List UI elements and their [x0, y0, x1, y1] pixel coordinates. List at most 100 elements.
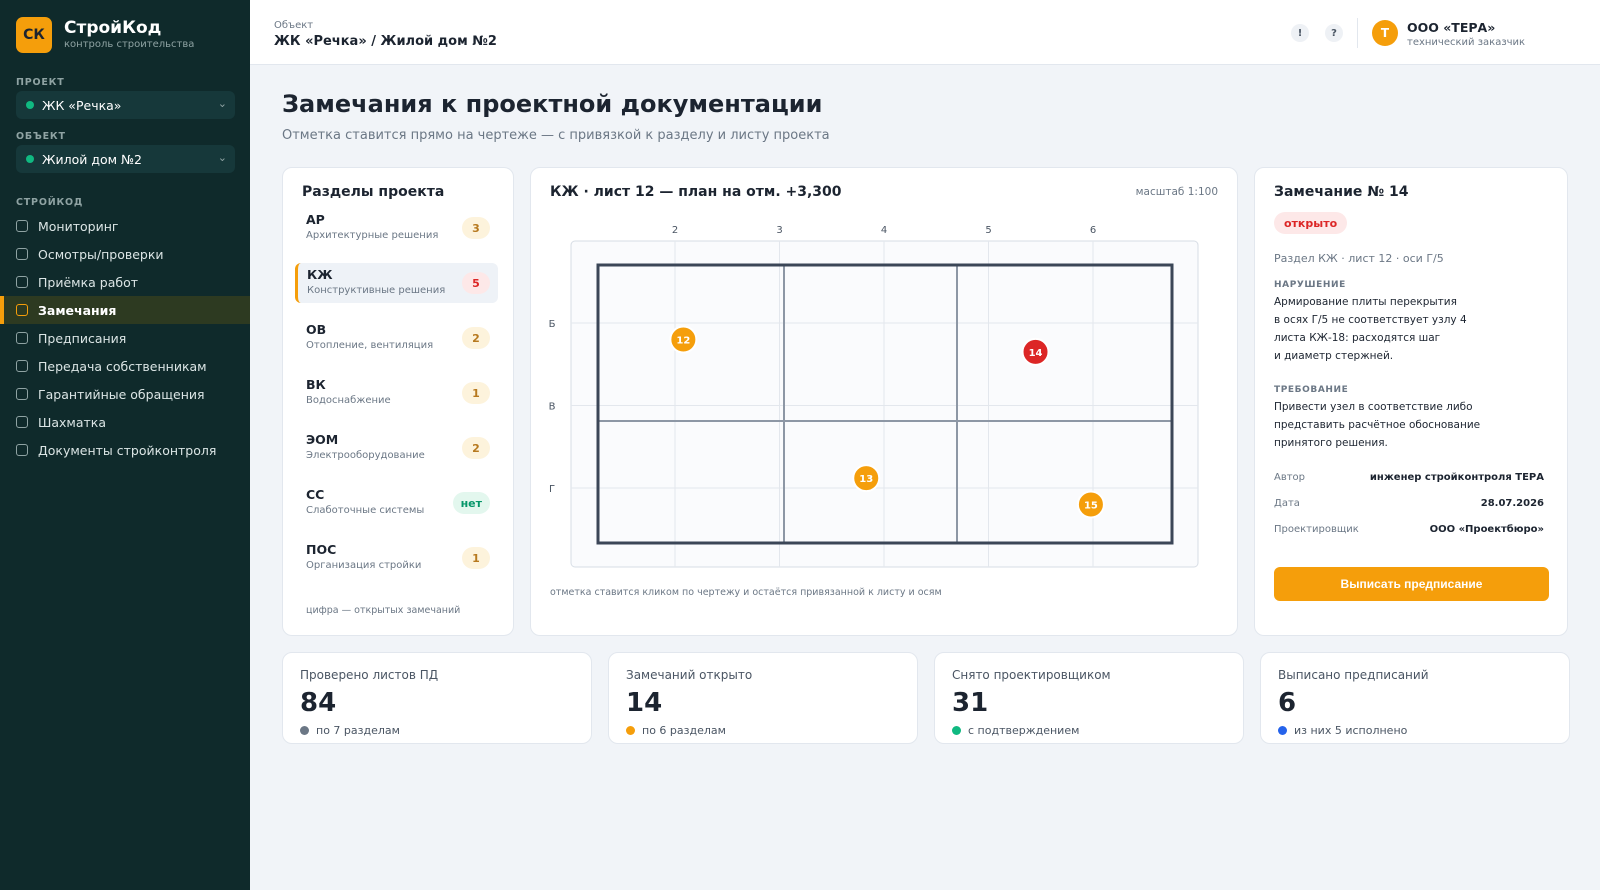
- topbar: Объект ЖК «Речка» / Жилой дом №2 ! ? Т О…: [250, 0, 1600, 65]
- sidebar-item[interactable]: Шахматка: [0, 408, 250, 436]
- sections-footnote: цифра — открытых замечаний: [306, 605, 461, 616]
- section-item[interactable]: ЭОМ Электрооборудование 2: [295, 428, 498, 468]
- status-badge: открыто: [1274, 212, 1348, 234]
- stat-note-text: с подтверждением: [968, 724, 1080, 737]
- object-label: ОБЪЕКТ: [16, 131, 66, 142]
- requirement-text: Привести узел в соответствие либо предста…: [1274, 398, 1504, 452]
- remark-detail-card: Замечание № 14 открыто Раздел КЖ · лист …: [1254, 167, 1568, 636]
- section-name: Отопление, вентиляция: [306, 340, 434, 351]
- checkbox-icon: [16, 248, 28, 260]
- meta-key: Автор: [1274, 472, 1306, 483]
- remark-marker-label: 15: [1084, 501, 1098, 512]
- drawing-canvas[interactable]: 2 3 4 5 6 Б В Г 12 14 13 15: [531, 168, 1239, 637]
- section-item[interactable]: КЖ Конструктивные решения 5: [295, 263, 498, 303]
- stat-label: Выписано предписаний: [1278, 668, 1429, 682]
- sidebar-item-label: Замечания: [38, 302, 117, 318]
- sections-title: Разделы проекта: [302, 184, 445, 200]
- user-name[interactable]: ООО «ТЕРА»: [1407, 20, 1495, 35]
- section-name: Электрооборудование: [306, 450, 425, 461]
- remark-count-badge: 2: [462, 437, 490, 459]
- section-name: Водоснабжение: [306, 395, 391, 406]
- remark-count-badge: 2: [462, 327, 490, 349]
- stat-value: 14: [626, 688, 663, 718]
- brand-name: СтройКод: [64, 18, 162, 38]
- help-icon[interactable]: ?: [1325, 24, 1343, 42]
- section-item[interactable]: АР Архитектурные решения 3: [295, 208, 498, 248]
- text-line: представить расчётное обоснование: [1274, 419, 1481, 431]
- checkbox-icon: [16, 332, 28, 344]
- section-code: ЭОМ: [306, 432, 339, 447]
- page-subtitle: Отметка ставится прямо на чертеже — с пр…: [282, 128, 830, 143]
- stat-note-text: из них 5 исполнено: [1294, 724, 1408, 737]
- sidebar-item[interactable]: Мониторинг: [0, 212, 250, 240]
- sidebar-item-label: Документы стройконтроля: [38, 442, 217, 458]
- sidebar-item[interactable]: Осмотры/проверки: [0, 240, 250, 268]
- axis-label: 3: [776, 225, 782, 236]
- meta-row: Проектировщик ООО «Проектбюро»: [1274, 524, 1544, 535]
- remark-count-badge: 1: [462, 382, 490, 404]
- section-item[interactable]: ОВ Отопление, вентиляция 2: [295, 318, 498, 358]
- breadcrumb[interactable]: ЖК «Речка» / Жилой дом №2: [274, 34, 497, 49]
- text-line: Привести узел в соответствие либо: [1274, 401, 1473, 413]
- stat-note: из них 5 исполнено: [1278, 724, 1407, 737]
- stat-value: 84: [300, 688, 337, 718]
- drawing-card: КЖ · лист 12 — план на отм. +3,300 масшт…: [530, 167, 1238, 636]
- sidebar-nav: Мониторинг Осмотры/проверки Приёмка работ З…: [0, 212, 250, 464]
- sidebar-item[interactable]: Предписания: [0, 324, 250, 352]
- remark-reference: Раздел КЖ · лист 12 · оси Г/5: [1274, 252, 1444, 265]
- sidebar-item-label: Мониторинг: [38, 218, 119, 234]
- sidebar-item[interactable]: Замечания: [0, 296, 250, 324]
- checkbox-icon: [16, 388, 28, 400]
- violation-label: НАРУШЕНИЕ: [1274, 280, 1346, 290]
- section-code: АР: [306, 212, 325, 227]
- remark-count-badge: нет: [452, 492, 490, 514]
- meta-value: инженер стройконтроля ТЕРА: [1369, 472, 1544, 483]
- requirement-label: ТРЕБОВАНИЕ: [1274, 385, 1349, 395]
- issue-order-button[interactable]: Выписать предписание: [1274, 567, 1549, 601]
- sidebar-item-label: Гарантийные обращения: [38, 386, 205, 402]
- stat-card: Проверено листов ПД 84 по 7 разделам: [282, 652, 592, 744]
- text-line: в осях Г/5 не соответствует узлу 4: [1274, 314, 1467, 326]
- axis-label: 2: [672, 225, 678, 236]
- avatar[interactable]: Т: [1372, 20, 1398, 46]
- section-code: КЖ: [307, 267, 333, 282]
- stat-card: Снято проектировщиком 31 с подтверждением: [934, 652, 1244, 744]
- section-name: Организация стройки: [306, 560, 422, 571]
- stat-card: Замечаний открыто 14 по 6 разделам: [608, 652, 918, 744]
- sidebar-item-label: Приёмка работ: [38, 274, 138, 290]
- stat-note: по 7 разделам: [300, 724, 400, 737]
- sidebar-item[interactable]: Передача собственникам: [0, 352, 250, 380]
- remark-count-badge: 3: [462, 217, 490, 239]
- section-code: СС: [306, 487, 325, 502]
- object-select[interactable]: Жилой дом №2 ⌄: [16, 145, 235, 173]
- checkbox-icon: [16, 304, 28, 316]
- sidebar-item[interactable]: Документы стройконтроля: [0, 436, 250, 464]
- section-item[interactable]: ВК Водоснабжение 1: [295, 373, 498, 413]
- page-title: Замечания к проектной документации: [282, 90, 823, 118]
- stat-note: по 6 разделам: [626, 724, 726, 737]
- brand[interactable]: СК СтройКод контроль строительства: [16, 17, 194, 53]
- axis-label: 6: [1090, 225, 1096, 236]
- object-select-value: Жилой дом №2: [42, 151, 142, 167]
- axis-label: 4: [881, 225, 887, 236]
- remark-count-badge: 1: [462, 547, 490, 569]
- sidebar-item[interactable]: Гарантийные обращения: [0, 380, 250, 408]
- meta-key: Проектировщик: [1274, 524, 1359, 535]
- sidebar-item-label: Передача собственникам: [38, 358, 207, 374]
- stat-note-text: по 7 разделам: [316, 724, 400, 737]
- alert-icon[interactable]: !: [1291, 24, 1309, 42]
- sidebar-item[interactable]: Приёмка работ: [0, 268, 250, 296]
- text-line: принятого решения.: [1274, 437, 1388, 449]
- remark-title: Замечание № 14: [1274, 184, 1409, 200]
- section-item[interactable]: ПОС Организация стройки 1: [295, 538, 498, 578]
- stat-value: 6: [1278, 688, 1297, 718]
- status-dot: [26, 155, 34, 163]
- remark-count-badge: 5: [462, 272, 490, 294]
- sections-card: Разделы проекта АР Архитектурные решения 3…: [282, 167, 514, 636]
- stat-dot: [952, 726, 961, 735]
- checkbox-icon: [16, 276, 28, 288]
- section-item[interactable]: СС Слаботочные системы нет: [295, 483, 498, 523]
- sidebar: СК СтройКод контроль строительства ПРОЕК…: [0, 0, 250, 890]
- project-select[interactable]: ЖК «Речка» ⌄: [16, 91, 235, 119]
- stat-dot: [300, 726, 309, 735]
